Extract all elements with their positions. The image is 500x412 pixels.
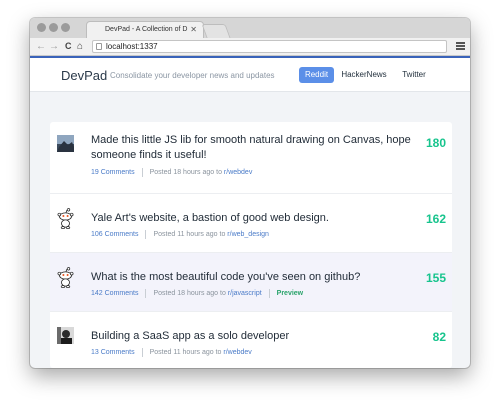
reddit-alien-icon	[57, 267, 74, 288]
page-icon	[96, 43, 102, 50]
list-item: Yale Art's website, a bastion of good we…	[50, 194, 452, 253]
post-meta: 106 Comments Posted 11 hours ago to r/web…	[91, 230, 269, 239]
posted-text: Posted 18 hours ago to	[149, 169, 222, 176]
address-url: localhost:1337	[106, 42, 158, 51]
menu-icon[interactable]	[456, 42, 465, 50]
subreddit-link[interactable]: r/webdev	[224, 169, 252, 176]
subreddit-link[interactable]: r/webdev	[223, 349, 251, 356]
divider	[145, 230, 147, 239]
tab-title: DevPad - A Collection of D	[105, 26, 188, 33]
reload-icon[interactable]: C	[65, 40, 72, 53]
comments-link[interactable]: 106 Comments	[91, 231, 138, 238]
photo-thumbnail-icon	[57, 135, 74, 152]
forward-arrow-icon[interactable]: →	[49, 40, 59, 53]
home-icon[interactable]: ⌂	[77, 40, 83, 53]
divider	[145, 289, 147, 298]
tab-twitter[interactable]: Twitter	[396, 67, 432, 83]
back-arrow-icon[interactable]: ←	[36, 40, 46, 53]
tab-reddit[interactable]: Reddit	[299, 67, 334, 83]
score: 180	[425, 136, 446, 150]
subreddit-link[interactable]: r/javascript	[228, 290, 262, 297]
score: 155	[425, 271, 446, 285]
browser-window: DevPad - A Collection of D ✕ ← → C ⌂ loc…	[30, 18, 470, 368]
post-meta: 142 Comments Posted 18 hours ago to r/jav…	[91, 289, 303, 298]
divider	[141, 348, 143, 357]
post-list: Made this little JS lib for smooth natur…	[50, 122, 452, 368]
reddit-alien-icon	[57, 208, 74, 229]
list-item: What is the most beautiful code you've s…	[50, 253, 452, 312]
minimize-window-icon[interactable]	[49, 23, 58, 32]
subreddit-link[interactable]: r/web_design	[227, 231, 269, 238]
posted-text: Posted 11 hours ago to	[149, 349, 222, 356]
post-meta: 19 Comments Posted 18 hours ago to r/webd…	[91, 168, 252, 177]
brand-logo[interactable]: DevPad	[61, 68, 107, 83]
address-bar[interactable]: localhost:1337	[92, 40, 447, 53]
tab-close-icon[interactable]: ✕	[190, 22, 197, 37]
close-window-icon[interactable]	[37, 23, 46, 32]
tab-bar: DevPad - A Collection of D ✕	[30, 18, 470, 38]
post-title[interactable]: Building a SaaS app as a solo developer	[91, 329, 411, 344]
browser-toolbar: ← → C ⌂ localhost:1337	[30, 38, 470, 56]
list-item: Made this little JS lib for smooth natur…	[50, 122, 452, 194]
maximize-window-icon[interactable]	[61, 23, 70, 32]
post-title[interactable]: Made this little JS lib for smooth natur…	[91, 133, 411, 162]
score: 82	[432, 330, 446, 344]
comments-link[interactable]: 13 Comments	[91, 349, 135, 356]
browser-tab[interactable]: DevPad - A Collection of D ✕	[86, 21, 204, 38]
tagline: Consolidate your developer news and upda…	[110, 71, 275, 80]
comments-link[interactable]: 19 Comments	[91, 169, 135, 176]
post-title[interactable]: What is the most beautiful code you've s…	[91, 270, 411, 285]
score: 162	[425, 212, 446, 226]
divider	[141, 168, 143, 177]
tab-hackernews[interactable]: HackerNews	[338, 67, 390, 83]
photo-thumbnail-icon	[57, 327, 74, 344]
post-title[interactable]: Yale Art's website, a bastion of good we…	[91, 211, 411, 226]
posted-text: Posted 11 hours ago to	[153, 231, 226, 238]
app-header: DevPad Consolidate your developer news a…	[30, 58, 470, 92]
preview-link[interactable]: Preview	[277, 290, 303, 297]
divider	[268, 289, 270, 298]
comments-link[interactable]: 142 Comments	[91, 290, 138, 297]
new-tab-button[interactable]	[201, 24, 231, 38]
posted-text: Posted 18 hours ago to	[153, 290, 226, 297]
list-item: Building a SaaS app as a solo developer …	[50, 312, 452, 368]
post-meta: 13 Comments Posted 11 hours ago to r/webd…	[91, 348, 252, 357]
